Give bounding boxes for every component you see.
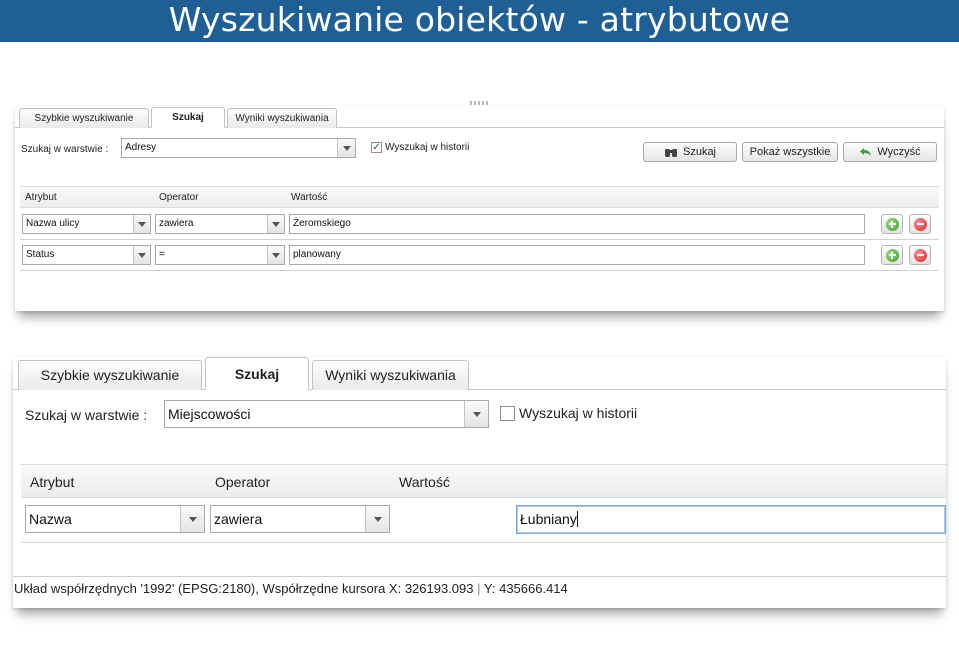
column-value: Wartość [399, 474, 450, 490]
history-checkbox[interactable] [500, 406, 515, 421]
layer-label: Szukaj w warstwie : [25, 407, 148, 423]
plus-icon [885, 217, 899, 231]
column-operator: Operator [215, 474, 271, 490]
add-row-button[interactable] [881, 214, 903, 234]
search-panel-small: Szybkie wyszukiwanie Szukaj Wyniki wyszu… [15, 106, 944, 311]
attribute-select[interactable]: Status [22, 245, 151, 265]
tab-search[interactable]: Szukaj [151, 107, 225, 128]
history-label: Wyszukaj w historii [385, 142, 470, 153]
resize-grip[interactable] [470, 101, 490, 105]
value-input[interactable]: Łubniany [516, 505, 946, 534]
attribute-select[interactable]: Nazwa ulicy [22, 214, 151, 234]
tab-search-results[interactable]: Wyniki wyszukiwania [227, 108, 337, 128]
operator-select[interactable]: = [155, 245, 285, 265]
value-input-text: Łubniany [520, 511, 577, 527]
attribute-select[interactable]: Nazwa [25, 505, 205, 533]
show-all-button-label: Pokaż wszystkie [749, 146, 831, 158]
column-header-row: Atrybut Operator Wartość [20, 186, 939, 208]
column-attribute: Atrybut [25, 192, 57, 203]
binoculars-icon [664, 148, 677, 157]
tab-search-results[interactable]: Wyniki wyszukiwania [312, 360, 469, 390]
status-bar: Układ współrzędnych '1992' (EPSG:2180), … [13, 576, 946, 602]
value-input[interactable]: planowany [289, 245, 865, 265]
chevron-down-icon [464, 401, 488, 427]
chevron-down-icon [180, 506, 204, 532]
chevron-down-icon [365, 506, 389, 532]
text-cursor [576, 511, 578, 527]
show-all-button[interactable]: Pokaż wszystkie [742, 142, 838, 162]
operator-select[interactable]: zawiera [210, 505, 390, 533]
add-row-button[interactable] [881, 245, 903, 265]
chevron-down-icon [133, 246, 150, 264]
layer-select[interactable]: Miejscowości [164, 400, 489, 428]
row-divider [20, 270, 939, 271]
layer-select-value: Adresy [125, 142, 157, 153]
status-separator: | [477, 581, 481, 596]
minus-icon [913, 217, 927, 231]
value-input[interactable]: Żeromskiego [289, 214, 865, 234]
operator-select[interactable]: zawiera [155, 214, 285, 234]
operator-select-value: zawiera [214, 511, 263, 527]
attribute-select-value: Nazwa [29, 511, 72, 527]
slide-title: Wyszukiwanie obiektów - atrybutowe [168, 0, 791, 39]
operator-select-value: zawiera [159, 218, 194, 229]
column-attribute: Atrybut [30, 474, 75, 490]
history-checkbox[interactable]: ✓ [371, 142, 382, 153]
search-button[interactable]: Szukaj [643, 142, 737, 162]
column-header-row: Atrybut Operator Wartość [21, 464, 946, 498]
clear-button-label: Wyczyść [877, 146, 921, 158]
operator-select-value: = [159, 249, 165, 260]
search-button-label: Szukaj [682, 146, 717, 158]
tab-quick-search[interactable]: Szybkie wyszukiwanie [18, 360, 202, 390]
attribute-select-value: Status [26, 249, 55, 260]
title-banner: Wyszukiwanie obiektów - atrybutowe [0, 0, 959, 42]
chevron-down-icon [267, 246, 284, 264]
tab-quick-search[interactable]: Szybkie wyszukiwanie [19, 108, 149, 128]
row-divider [21, 542, 946, 543]
column-value: Wartość [291, 192, 328, 203]
column-operator: Operator [159, 192, 199, 203]
chevron-down-icon [267, 215, 284, 233]
layer-select-value: Miejscowości [168, 406, 251, 422]
plus-icon [885, 248, 899, 262]
chevron-down-icon [337, 139, 355, 157]
clear-button[interactable]: Wyczyść [843, 142, 937, 162]
search-panel-large: Szybkie wyszukiwanie Szukaj Wyniki wyszu… [13, 357, 946, 608]
tab-bar: Szybkie wyszukiwanie Szukaj Wyniki wyszu… [15, 106, 944, 128]
attribute-select-value: Nazwa ulicy [26, 218, 80, 229]
layer-select[interactable]: Adresy [121, 138, 356, 158]
remove-row-button[interactable] [909, 245, 931, 265]
tab-search[interactable]: Szukaj [205, 357, 309, 390]
undo-arrow-icon [860, 148, 872, 156]
tab-bar: Szybkie wyszukiwanie Szukaj Wyniki wyszu… [13, 357, 946, 390]
layer-label: Szukaj w warstwie : [21, 144, 109, 155]
minus-icon [913, 248, 927, 262]
history-label: Wyszukaj w historii [519, 405, 638, 421]
cursor-y-text: Y: 435666.414 [483, 581, 568, 596]
chevron-down-icon [133, 215, 150, 233]
coordinate-system-text: Układ współrzędnych '1992' (EPSG:2180), … [14, 581, 474, 596]
row-divider [20, 239, 939, 240]
remove-row-button[interactable] [909, 214, 931, 234]
